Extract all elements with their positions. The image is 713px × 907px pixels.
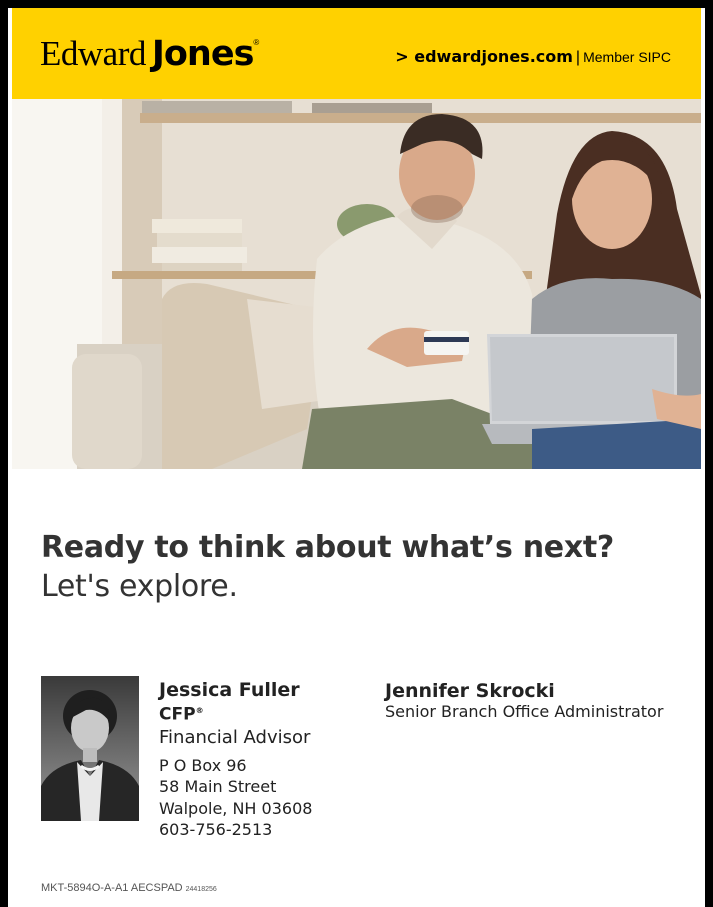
admin-name: Jennifer Skrocki (385, 680, 555, 702)
advisor-address-line: Walpole, NH 03608 (159, 798, 313, 818)
hero-photo-couple-laptop (12, 99, 701, 469)
advisor-credential: CFP® (159, 701, 312, 725)
brand-header: Edward Jones® > edwardjones.com | Member SI… (12, 8, 701, 99)
footer-code: MKT-5894O-A-A1 AECSPAD 24418256 (41, 882, 217, 894)
member-sipc-text: Member SIPC (583, 49, 671, 65)
footer-code-main: MKT-5894O-A-A1 AECSPAD (41, 882, 183, 894)
logo-edward-text: Edward (40, 34, 146, 73)
flyer-page: Edward Jones® > edwardjones.com | Member SI… (8, 8, 705, 907)
admin-role: Senior Branch Office Administrator (385, 702, 664, 721)
admin-info: Jennifer Skrocki Senior Branch Office Ad… (385, 680, 663, 722)
advisor-name: Jessica Fuller (159, 679, 300, 701)
credential-mark: ® (195, 706, 204, 715)
headline-line-2: Let's explore. (41, 569, 238, 604)
advisor-address-line: 58 Main Street (159, 777, 277, 797)
website-link[interactable]: > edwardjones.com (395, 47, 573, 66)
advisor-info: Jessica Fuller CFP® Financial Advisor P … (159, 680, 312, 841)
header-separator: | (575, 49, 581, 66)
credential-text: CFP (159, 704, 196, 725)
advisor-address-line: P O Box 96 (159, 755, 247, 775)
edward-jones-logo: Edward Jones® (40, 34, 259, 74)
advisor-title: Financial Advisor (159, 726, 311, 748)
logo-registered-mark: ® (253, 38, 259, 47)
headline-line-1: Ready to think about what’s next? (41, 530, 615, 565)
header-contact: > edwardjones.com | Member SIPC (395, 47, 671, 67)
logo-jones-text: Jones (151, 34, 255, 74)
headline: Ready to think about what’s next? Let's … (41, 530, 614, 604)
footer-code-small: 24418256 (185, 886, 217, 893)
advisor-headshot (41, 676, 139, 821)
advisor-phone: 603-756-2513 (159, 820, 273, 840)
